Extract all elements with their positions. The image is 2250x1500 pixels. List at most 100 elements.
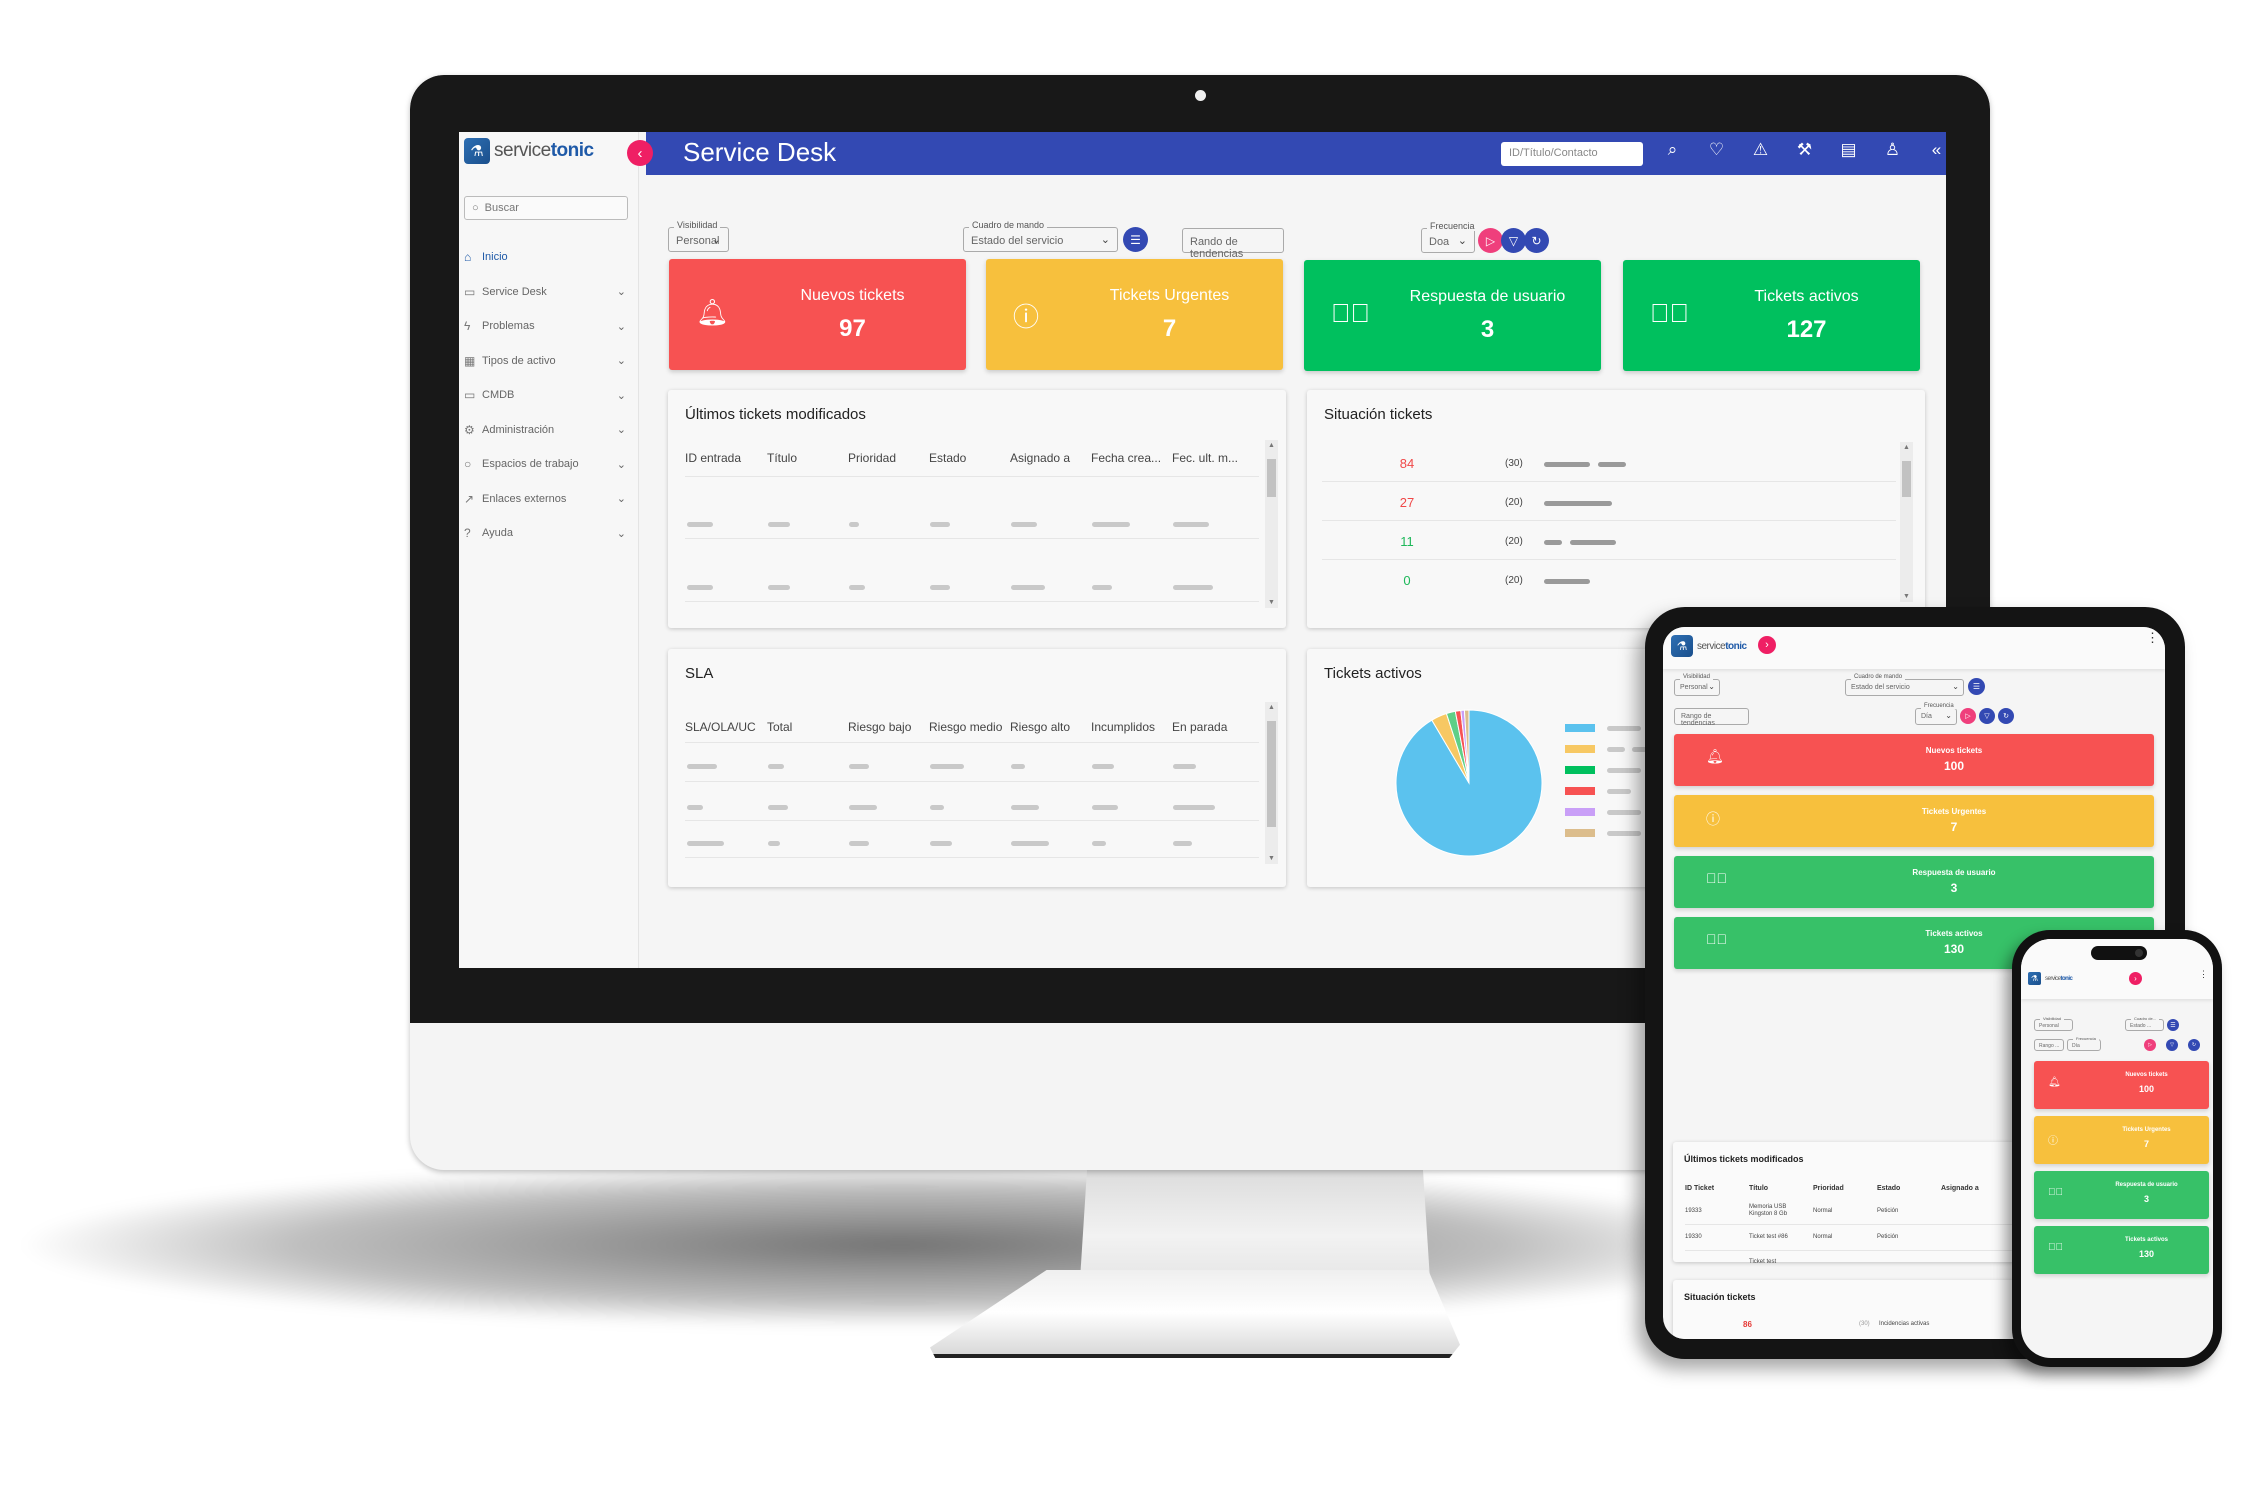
loading-placeholder bbox=[1092, 841, 1106, 846]
sidebar-search-input[interactable]: ○ Buscar bbox=[464, 196, 628, 220]
kpi-card[interactable]: 🔔︎ Nuevos tickets 100 bbox=[2034, 1061, 2209, 1109]
sidebar-item-inicio[interactable]: ⌂ Inicio bbox=[464, 240, 634, 275]
frecuencia-label: Frecuencia bbox=[1921, 703, 1957, 709]
sidebar-item-espacios-de-trabajo[interactable]: ○ Espacios de trabajo ⌄ bbox=[464, 447, 634, 482]
double-chevron-left-icon[interactable]: « bbox=[1925, 140, 1946, 160]
kpi-card[interactable]: ⓘ Tickets Urgentes 7 bbox=[1674, 795, 2154, 847]
rango-de-tendencias-input[interactable]: Rango de tendencias bbox=[1674, 708, 1749, 727]
kpi-card-tickets-urgentes[interactable]: ⓘ Tickets Urgentes 7 bbox=[986, 259, 1283, 370]
kpi-card[interactable]: ✓⃝ Respuesta de usuario 3 bbox=[1674, 856, 2154, 908]
dashboard-settings-button[interactable]: ☰ bbox=[1968, 678, 1985, 695]
column-header[interactable]: Prioridad bbox=[1813, 1185, 1877, 1192]
brand-logo[interactable]: ⚗ servicetonic bbox=[464, 138, 594, 164]
column-header[interactable]: ID entrada bbox=[685, 451, 767, 465]
loading-placeholder bbox=[768, 585, 790, 590]
filter-button[interactable]: ▽ bbox=[2166, 1039, 2178, 1051]
cuadro-de-mando-select[interactable]: Cuadro de... Estado ... bbox=[2125, 1016, 2164, 1031]
sidebar-item-ayuda[interactable]: ? Ayuda ⌄ bbox=[464, 516, 634, 551]
scrollbar-thumb[interactable] bbox=[1902, 461, 1911, 497]
kpi-card-respuesta-de-usuario[interactable]: ✓⃝ Respuesta de usuario 3 bbox=[1304, 260, 1601, 371]
refresh-button[interactable]: ↻ bbox=[1524, 228, 1549, 253]
situacion-row[interactable]: 0 (20) bbox=[1322, 573, 1896, 611]
column-header[interactable]: Título bbox=[767, 451, 848, 465]
loading-placeholder bbox=[1607, 789, 1631, 794]
column-header[interactable]: Riesgo bajo bbox=[848, 720, 929, 734]
dashboard-settings-button[interactable]: ☰ bbox=[2167, 1019, 2179, 1031]
scrollbar-thumb[interactable] bbox=[1267, 459, 1276, 497]
column-header[interactable]: Estado bbox=[1877, 1185, 1941, 1192]
column-header[interactable]: Título bbox=[1749, 1185, 1813, 1192]
filter-button[interactable]: ▽ bbox=[1979, 708, 1995, 724]
briefcase-icon[interactable]: ▤ bbox=[1837, 140, 1860, 160]
kpi-card[interactable]: ✓⃝ Respuesta de usuario 3 bbox=[2034, 1171, 2209, 1219]
play-button[interactable]: ▷ bbox=[2144, 1039, 2156, 1051]
dashboard-settings-button[interactable]: ☰ bbox=[1123, 227, 1148, 252]
expand-sidebar-button[interactable]: › bbox=[1758, 636, 1776, 654]
column-header[interactable]: Total bbox=[767, 720, 848, 734]
situacion-scrollbar[interactable]: ▲ ▼ bbox=[1900, 442, 1913, 602]
cuadro-de-mando-select[interactable]: Cuadro de mando Estado del servicio ⌄ bbox=[963, 220, 1118, 252]
heart-icon[interactable]: ♡ bbox=[1705, 140, 1728, 160]
column-header[interactable]: Riesgo medio bbox=[929, 720, 1010, 734]
cuadro-de-mando-select[interactable]: Cuadro de mando Estado del servicio ⌄ bbox=[1845, 674, 1964, 696]
column-header[interactable]: Fec. ult. m... bbox=[1172, 451, 1253, 465]
refresh-button[interactable]: ↻ bbox=[2188, 1039, 2200, 1051]
column-header[interactable]: Fecha crea... bbox=[1091, 451, 1172, 465]
situacion-row[interactable]: 11 (20) bbox=[1322, 534, 1896, 572]
column-header[interactable]: Asignado a bbox=[1941, 1185, 2005, 1192]
brand-suffix: tonic bbox=[2060, 975, 2073, 982]
more-vertical-icon[interactable]: ⋮ bbox=[2146, 631, 2159, 644]
sidebar-item-enlaces-externos[interactable]: ↗ Enlaces externos ⌄ bbox=[464, 482, 634, 517]
warning-icon[interactable]: ⚠ bbox=[1749, 140, 1772, 160]
column-header[interactable]: Asignado a bbox=[1010, 451, 1091, 465]
table-scrollbar[interactable]: ▲ ▼ bbox=[1265, 440, 1278, 608]
filter-button[interactable]: ▽ bbox=[1501, 228, 1526, 253]
kpi-card[interactable]: ✓⃝ Tickets activos 130 bbox=[2034, 1226, 2209, 1274]
situacion-tickets-panel: Situación tickets 84 (30) 27 (20) 11 (20) 0 (20… bbox=[1307, 390, 1925, 628]
user-icon[interactable]: ♙ bbox=[1881, 140, 1904, 160]
sla-scrollbar[interactable]: ▲ ▼ bbox=[1265, 702, 1278, 864]
sidebar-item-problemas[interactable]: ϟ Problemas ⌄ bbox=[464, 309, 634, 344]
sidebar-item-administracion[interactable]: ⚙ Administración ⌄ bbox=[464, 413, 634, 448]
column-header[interactable]: Prioridad bbox=[848, 451, 929, 465]
column-header[interactable]: Incumplidos bbox=[1091, 720, 1172, 734]
refresh-button[interactable]: ↻ bbox=[1998, 708, 2014, 724]
gear-icon: ⚙ bbox=[464, 422, 475, 437]
scrollbar-thumb[interactable] bbox=[1267, 721, 1276, 827]
visibilidad-select[interactable]: Visibilidad Personal ⌄ bbox=[668, 220, 729, 252]
frecuencia-select[interactable]: Frecuencia Día ⌄ bbox=[1915, 703, 1957, 725]
loading-placeholder bbox=[1092, 585, 1112, 590]
sidebar-item-service-desk[interactable]: ▭ Service Desk ⌄ bbox=[464, 275, 634, 310]
kpi-card[interactable]: ⓘ Tickets Urgentes 7 bbox=[2034, 1116, 2209, 1164]
column-header[interactable]: SLA/OLA/UC bbox=[685, 720, 767, 734]
sidebar-item-cmdb[interactable]: ▭ CMDB ⌄ bbox=[464, 378, 634, 413]
rango-de-tendencias-input[interactable]: Rango ... bbox=[2034, 1039, 2064, 1051]
more-vertical-icon[interactable]: ⋮ bbox=[2199, 970, 2208, 979]
kpi-card-nuevos-tickets[interactable]: 🔔︎ Nuevos tickets 97 bbox=[669, 259, 966, 370]
visibilidad-select[interactable]: Visibilidad Personal bbox=[2034, 1016, 2073, 1031]
rango-de-tendencias-input[interactable]: Rando de tendencias bbox=[1182, 228, 1284, 260]
frecuencia-select[interactable]: Frecuencia Día bbox=[2067, 1036, 2101, 1051]
kpi-card[interactable]: 🔔︎ Nuevos tickets 100 bbox=[1674, 734, 2154, 786]
frecuencia-select[interactable]: Frecuencia Doa ⌄ bbox=[1421, 221, 1478, 253]
row-divider bbox=[1322, 559, 1896, 560]
column-header[interactable]: ID Ticket bbox=[1685, 1185, 1749, 1192]
sidebar-item-tipos-de-activo[interactable]: ▦ Tipos de activo ⌄ bbox=[464, 344, 634, 379]
play-button[interactable]: ▷ bbox=[1960, 708, 1976, 724]
play-button[interactable]: ▷ bbox=[1478, 228, 1503, 253]
collapse-sidebar-button[interactable]: ‹ bbox=[627, 140, 653, 166]
header-search-input[interactable]: ID/Título/Contacto bbox=[1501, 142, 1643, 166]
brand-logo[interactable]: ⚗ servicetonic bbox=[2028, 972, 2073, 985]
column-header[interactable]: Riesgo alto bbox=[1010, 720, 1091, 734]
visibilidad-select[interactable]: Visibilidad Personal ⌄ bbox=[1674, 674, 1720, 696]
kpi-card-tickets-activos[interactable]: ✓⃝ Tickets activos 127 bbox=[1623, 260, 1920, 371]
column-header[interactable]: Estado bbox=[929, 451, 1010, 465]
situacion-row[interactable]: 27 (20) bbox=[1322, 495, 1896, 533]
search-icon[interactable]: ⌕ bbox=[1661, 140, 1684, 160]
situacion-row[interactable]: 84 (30) bbox=[1322, 456, 1896, 494]
brand-logo[interactable]: ⚗ servicetonic bbox=[1671, 635, 1747, 657]
wrench-icon[interactable]: ⚒ bbox=[1793, 140, 1816, 160]
expand-sidebar-button[interactable]: › bbox=[2129, 972, 2142, 985]
kpi-label: Nuevos tickets bbox=[800, 287, 905, 304]
column-header[interactable]: En parada bbox=[1172, 720, 1253, 734]
